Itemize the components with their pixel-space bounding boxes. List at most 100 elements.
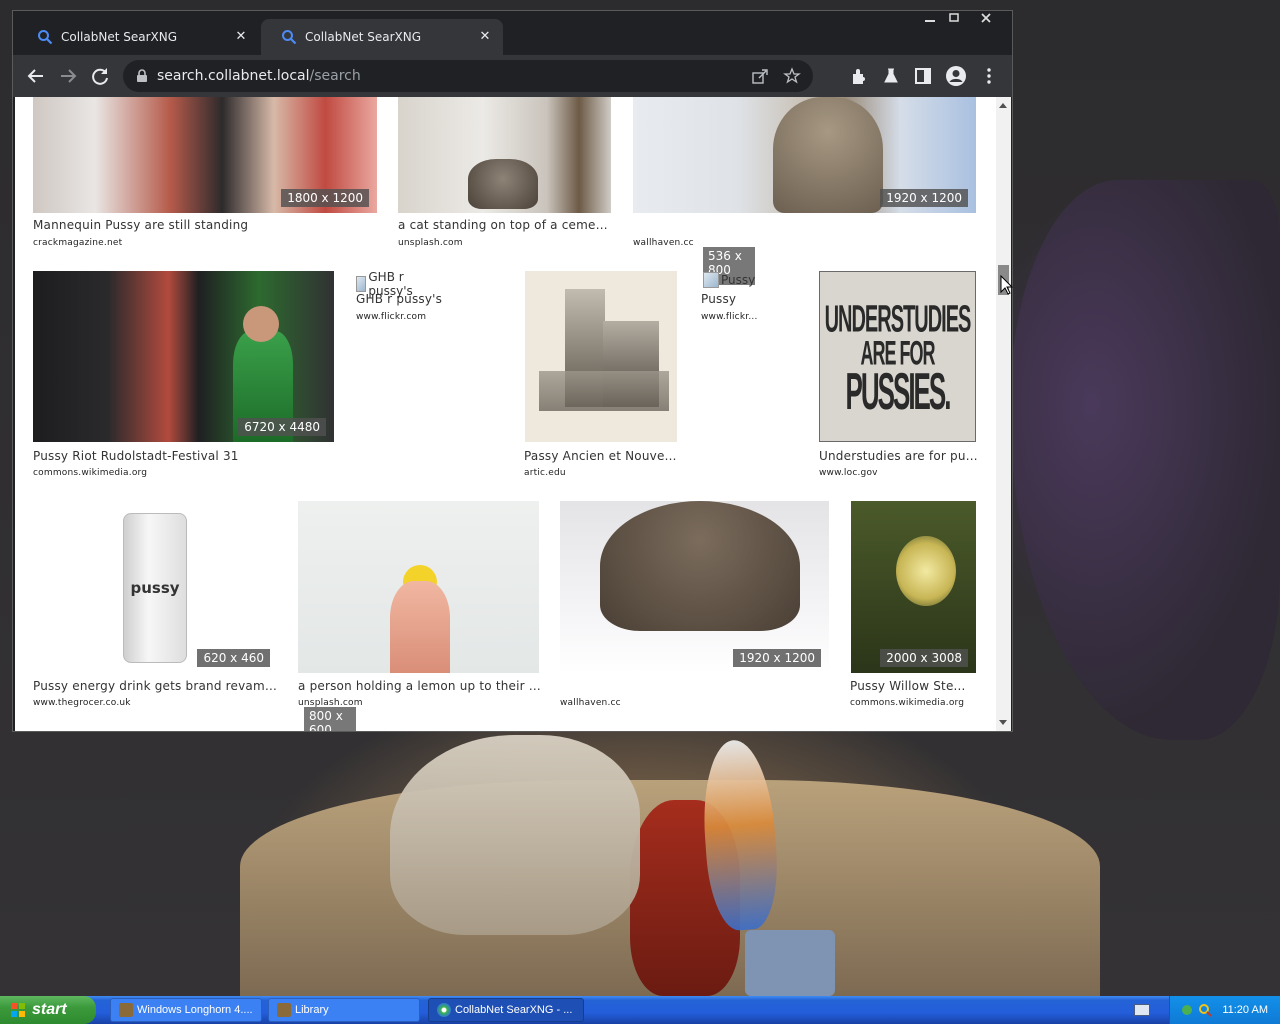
reload-icon[interactable]	[88, 64, 112, 88]
taskbar: start Windows Longhorn 4.... Library Col…	[0, 996, 1280, 1024]
result-source: www.flickr.com	[356, 312, 427, 322]
network-icon[interactable]	[1180, 1003, 1194, 1017]
search-icon[interactable]	[1198, 1003, 1212, 1017]
maximize-icon	[949, 13, 959, 22]
resolution-line: 536 x	[708, 249, 742, 263]
poster-line: UNDERSTUDIES	[824, 298, 972, 341]
result-caption[interactable]: GHB r pussy's	[356, 292, 506, 306]
profile-avatar-icon[interactable]	[945, 65, 967, 87]
result-source: commons.wikimedia.org	[850, 698, 965, 708]
system-tray: 11:20 AM	[1169, 996, 1280, 1024]
close-tab-icon[interactable]: ✕	[477, 29, 493, 45]
broken-image[interactable]: Pussy	[703, 272, 755, 288]
url-path: /search	[309, 68, 361, 84]
labs-flask-icon[interactable]	[881, 66, 901, 86]
share-icon[interactable]	[751, 67, 769, 85]
resolution-badge: 1920 x 1200	[880, 189, 968, 207]
page-viewport: 1800 x 1200 Mannequin Pussy are still st…	[15, 97, 996, 731]
broken-image-icon	[356, 276, 367, 292]
start-label: start	[32, 1001, 67, 1018]
close-window-button[interactable]	[971, 11, 1001, 29]
url-text: search.collabnet.local/search	[157, 68, 361, 84]
maximize-button[interactable]	[939, 11, 969, 29]
result-source: www.loc.gov	[819, 468, 878, 478]
back-icon[interactable]	[24, 64, 48, 88]
result-thumbnail[interactable]: 1920 x 1200	[633, 97, 976, 213]
tab-strip: CollabNet SearXNG ✕ CollabNet SearXNG ✕	[13, 11, 1012, 55]
taskbar-task-longhorn[interactable]: Windows Longhorn 4....	[110, 998, 262, 1022]
result-caption[interactable]: Pussy Riot Rudolstadt-Festival 31	[33, 449, 333, 463]
result-source: wallhaven.cc	[633, 238, 694, 248]
broken-image-icon	[703, 272, 719, 288]
side-panel-icon[interactable]	[913, 66, 933, 86]
result-thumbnail[interactable]: 6720 x 4480	[33, 271, 334, 442]
tab-searxng-2[interactable]: CollabNet SearXNG ✕	[261, 19, 503, 55]
resolution-badge: 620 x 460	[197, 649, 270, 667]
result-thumbnail[interactable]: UNDERSTUDIES ARE FOR PUSSIES.	[819, 271, 976, 442]
scroll-up-arrow-icon[interactable]	[999, 103, 1007, 108]
task-label: CollabNet SearXNG - ...	[455, 1004, 573, 1016]
task-label: Windows Longhorn 4....	[137, 1004, 253, 1016]
resolution-badge: 6720 x 4480	[238, 418, 326, 436]
forward-icon[interactable]	[56, 64, 80, 88]
result-source: unsplash.com	[398, 238, 463, 248]
browser-toolbar: search.collabnet.local/search	[13, 55, 1012, 97]
url-host: search.collabnet.local	[157, 68, 310, 84]
bookmark-star-icon[interactable]	[783, 67, 801, 85]
resolution-badge: 1920 x 1200	[733, 649, 821, 667]
result-thumbnail[interactable]	[525, 271, 677, 442]
wallpaper-hair	[1010, 180, 1280, 740]
scroll-down-arrow-icon[interactable]	[999, 720, 1007, 725]
result-caption[interactable]: a person holding a lemon up to their fac…	[298, 679, 543, 693]
result-source: commons.wikimedia.org	[33, 468, 148, 478]
can-text: pussy	[130, 579, 180, 597]
close-tab-icon[interactable]: ✕	[233, 29, 249, 45]
start-button[interactable]: start	[0, 996, 96, 1024]
result-thumbnail[interactable]	[398, 97, 611, 213]
search-icon	[38, 30, 53, 45]
extensions-icon[interactable]	[849, 66, 869, 86]
mouse-pointer-icon	[1000, 275, 1014, 295]
taskbar-task-browser[interactable]: CollabNet SearXNG - ...	[428, 998, 584, 1022]
result-source: artic.edu	[524, 468, 566, 478]
result-caption[interactable]: Pussy	[701, 292, 781, 306]
browser-icon	[437, 1003, 451, 1017]
app-icon	[119, 1003, 133, 1017]
app-icon	[277, 1003, 291, 1017]
result-source: wallhaven.cc	[560, 698, 621, 708]
result-thumbnail[interactable]: 1800 x 1200	[33, 97, 377, 213]
result-source: crackmagazine.net	[33, 238, 123, 248]
resolution-line: 800 x	[309, 709, 343, 723]
result-source: www.flickr...	[701, 312, 758, 322]
poster-line: PUSSIES.	[845, 360, 952, 421]
result-caption[interactable]: a cat standing on top of a cement ...	[398, 218, 613, 232]
tab-title: CollabNet SearXNG	[61, 30, 178, 44]
resolution-badge: 2000 x 3008	[880, 649, 968, 667]
result-caption[interactable]: Understudies are for pus...	[819, 449, 979, 463]
keyboard-layout-icon[interactable]	[1134, 1004, 1150, 1016]
result-source: www.thegrocer.co.uk	[33, 698, 131, 708]
result-thumbnail[interactable]: pussy 620 x 460	[33, 501, 278, 673]
result-thumbnail[interactable]: 1920 x 1200	[560, 501, 829, 673]
result-thumbnail[interactable]: 2000 x 3008	[851, 501, 976, 673]
minimize-icon	[925, 20, 935, 22]
address-bar[interactable]: search.collabnet.local/search	[123, 60, 813, 92]
lock-icon	[137, 69, 147, 82]
taskbar-task-library[interactable]: Library	[268, 998, 420, 1022]
image-alt-text: Pussy	[721, 273, 756, 287]
close-icon	[981, 13, 991, 23]
vertical-scrollbar[interactable]	[996, 97, 1011, 731]
browser-window: CollabNet SearXNG ✕ CollabNet SearXNG ✕ …	[12, 10, 1013, 732]
tab-searxng-1[interactable]: CollabNet SearXNG ✕	[17, 19, 259, 55]
result-thumbnail[interactable]	[298, 501, 539, 673]
result-caption[interactable]: Mannequin Pussy are still standing	[33, 218, 373, 232]
result-caption[interactable]: Passy Ancien et Nouvea...	[524, 449, 684, 463]
clock: 11:20 AM	[1222, 1004, 1268, 1016]
resolution-line: 600	[309, 723, 332, 731]
tab-title: CollabNet SearXNG	[305, 30, 422, 44]
result-caption[interactable]: Pussy Willow Ste...	[850, 679, 980, 693]
result-caption[interactable]: Pussy energy drink gets brand revamp |..…	[33, 679, 278, 693]
menu-kebab-icon[interactable]	[979, 66, 999, 86]
resolution-badge: 1800 x 1200	[281, 189, 369, 207]
task-label: Library	[295, 1004, 329, 1016]
